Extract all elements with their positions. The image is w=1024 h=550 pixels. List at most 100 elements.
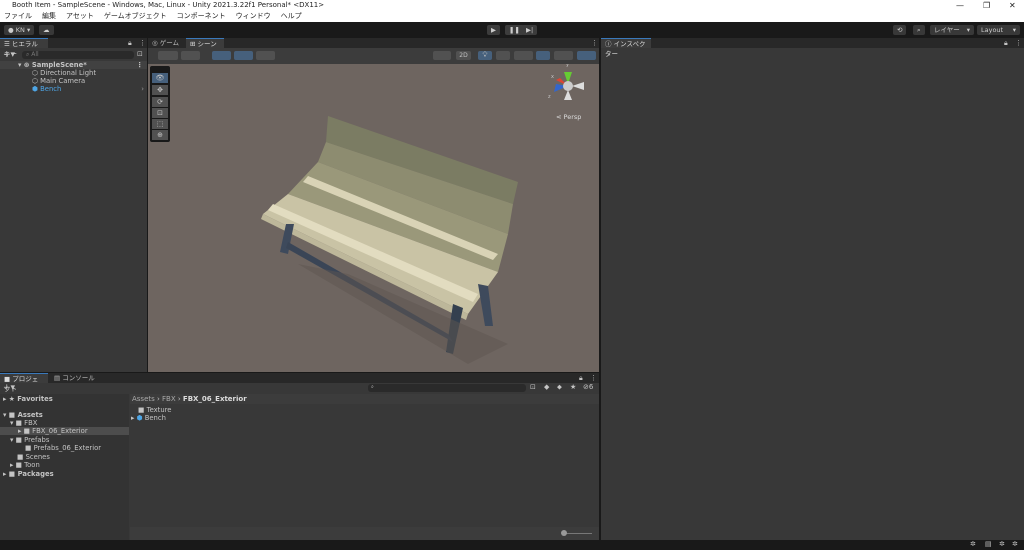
save-search-icon[interactable]: ⬥ (557, 383, 562, 392)
breadcrumb-current[interactable]: FBX_06_Exterior (183, 395, 247, 403)
maximize-button[interactable]: ❐ (983, 0, 990, 11)
project-panel: ■ プロジェクト ▤ コンソール 🔒︎ ⋮ +▾ ⌕ ⊡ ◆ ⬥ ★ ⊘6 ▸ … (0, 373, 599, 540)
tree-fbx-06-exterior[interactable]: ▸ ■ FBX_06_Exterior (0, 427, 129, 435)
favorite-icon[interactable]: ★ (570, 383, 576, 391)
increment-snap-dropdown[interactable] (234, 51, 253, 60)
lighting-toggle[interactable]: 💡︎ (478, 51, 492, 60)
icon-size-slider-handle[interactable] (561, 530, 567, 536)
tree-label: Prefabs_06_Exterior (33, 444, 102, 452)
search-filter-icon[interactable]: ⊡ (137, 50, 143, 58)
hidden-packages-toggle[interactable]: ⊘6 (583, 383, 593, 391)
gizmo-y-label: y (566, 64, 569, 68)
menu-edit[interactable]: 編集 (42, 11, 56, 22)
bench-model (261, 116, 518, 364)
play-button[interactable]: ▶ (487, 25, 500, 35)
menu-gameobject[interactable]: ゲームオブジェクト (104, 11, 167, 22)
more-icon[interactable]: ⋮ (1015, 39, 1022, 47)
grid-snap-dropdown[interactable] (212, 51, 231, 60)
scale-tool-icon[interactable]: ⊡ (152, 108, 168, 118)
draw-mode-dropdown[interactable] (158, 51, 178, 60)
hierarchy-item-main-camera[interactable]: ⬡ Main Camera (32, 77, 85, 85)
menu-window[interactable]: ウィンドウ (236, 11, 271, 22)
layers-dropdown[interactable]: レイヤー ▾ (930, 25, 974, 35)
project-tabbar: ■ プロジェクト ▤ コンソール 🔒︎ ⋮ (0, 373, 599, 393)
add-button[interactable]: +▾ (3, 50, 15, 60)
scene-name: SampleScene* (31, 61, 87, 69)
scene-panel: ◎ ゲーム ⊞ シーン ⋮ 2D 💡︎ 👁︎ ✥ ⟳ ⊡ ⬚ ⊕ y x z ⋖… (148, 38, 599, 372)
move-tool-icon[interactable]: ✥ (152, 85, 168, 95)
tree-label: FBX (24, 419, 38, 427)
tree-favorites[interactable]: ▸ ★ Favorites (3, 395, 53, 403)
cache-icon[interactable]: ▤ (985, 540, 992, 548)
orientation-gizmo[interactable]: y x z (548, 64, 588, 106)
hierarchy-search-input[interactable]: ⌕ All (22, 51, 134, 59)
more-icon[interactable]: ⋮ (590, 374, 597, 382)
account-button[interactable]: ● KN ▾ (4, 25, 35, 35)
cloud-icon[interactable]: ☁ (39, 25, 54, 35)
menu-component[interactable]: コンポーネント (177, 11, 226, 22)
gizmos-dropdown[interactable] (577, 51, 596, 60)
visibility-toggle[interactable] (536, 51, 550, 60)
history-icon[interactable]: ⟲ (893, 25, 907, 35)
file-texture[interactable]: ■ Texture (138, 406, 171, 414)
search-icon[interactable]: ⌕ (913, 25, 925, 35)
persp-label: Persp (563, 113, 582, 121)
scene-row[interactable]: ▾ ⊛ SampleScene* ⋮ (0, 61, 147, 69)
menu-help[interactable]: ヘルプ (281, 11, 302, 22)
camera-dropdown[interactable] (554, 51, 573, 60)
hierarchy-item-bench[interactable]: ⬢ Bench › (32, 85, 147, 93)
audio-toggle[interactable] (496, 51, 510, 60)
layout-dropdown[interactable]: Layout ▾ (977, 25, 1020, 35)
close-button[interactable]: ✕ (1009, 0, 1016, 11)
more-icon[interactable]: ⋮ (591, 39, 598, 47)
menu-assets[interactable]: アセット (66, 11, 94, 22)
tree-label: FBX_06_Exterior (32, 427, 88, 435)
minimize-button[interactable]: — (956, 0, 964, 11)
tree-prefabs[interactable]: ▾ ■ Prefabs (10, 436, 49, 444)
breadcrumb-fbx[interactable]: FBX (162, 395, 176, 403)
inspector-panel: ⓘ インスペクター 🔒︎ ⋮ (601, 38, 1024, 540)
breadcrumb-assets[interactable]: Assets (132, 395, 155, 403)
lock-icon[interactable]: 🔒︎ (579, 374, 583, 383)
tab-project[interactable]: ■ プロジェクト (0, 373, 48, 393)
tab-hierarchy[interactable]: ☰ ヒエラルキー (0, 38, 48, 58)
window-title: Booth Item - SampleScene - Windows, Mac,… (12, 1, 325, 9)
tree-fbx[interactable]: ▾ ■ FBX (10, 419, 37, 427)
debug-icon[interactable]: ✲ (970, 540, 976, 548)
shading-dropdown[interactable] (181, 51, 200, 60)
project-search-input[interactable]: ⌕ (368, 384, 526, 392)
rect-tool-icon[interactable]: ⬚ (152, 119, 168, 129)
tree-packages[interactable]: ▸ ■ Packages (3, 470, 54, 478)
effects-dropdown[interactable] (514, 51, 533, 60)
align-dropdown[interactable] (256, 51, 275, 60)
tab-game[interactable]: ◎ ゲーム (148, 38, 183, 48)
tree-toon[interactable]: ▸ ■ Toon (10, 461, 40, 469)
rotate-tool-icon[interactable]: ⟳ (152, 97, 168, 107)
more-icon[interactable]: ⋮ (139, 39, 146, 47)
lock-icon[interactable]: 🔒︎ (128, 39, 132, 48)
lighting-icon[interactable]: ✲ (999, 540, 1005, 548)
tree-label: Assets (17, 411, 43, 419)
search-by-label-icon[interactable]: ◆ (544, 383, 549, 391)
tab-console[interactable]: ▤ コンソール (50, 373, 99, 383)
lock-icon[interactable]: 🔒︎ (1004, 39, 1008, 48)
tree-prefabs-06-exterior[interactable]: ■ Prefabs_06_Exterior (25, 444, 101, 452)
tree-scenes[interactable]: ■ Scenes (17, 453, 50, 461)
step-button[interactable]: ▶| (522, 25, 538, 35)
scene-viewport[interactable]: 👁︎ ✥ ⟳ ⊡ ⬚ ⊕ y x z ⋖ Persp (148, 64, 599, 372)
progress-icon[interactable]: ✲ (1012, 540, 1018, 548)
render-dropdown[interactable] (433, 51, 451, 60)
gizmo-x-label: x (551, 74, 554, 80)
tab-inspector[interactable]: ⓘ インスペクター (601, 38, 651, 58)
search-by-type-icon[interactable]: ⊡ (530, 383, 536, 391)
2d-toggle[interactable]: 2D (456, 51, 471, 60)
create-button[interactable]: +▾ (3, 383, 15, 393)
file-bench[interactable]: ▸ ⬢ Bench (131, 414, 166, 422)
tree-assets[interactable]: ▾ ■ Assets (3, 411, 43, 419)
hierarchy-item-directional-light[interactable]: ⬡ Directional Light (32, 69, 96, 77)
transform-tool-icon[interactable]: ⊕ (152, 130, 168, 140)
tab-scene[interactable]: ⊞ シーン (186, 38, 224, 48)
projection-toggle[interactable]: ⋖ Persp (556, 113, 581, 121)
menu-file[interactable]: ファイル (4, 11, 32, 22)
view-tool-icon[interactable]: 👁︎ (152, 73, 168, 83)
